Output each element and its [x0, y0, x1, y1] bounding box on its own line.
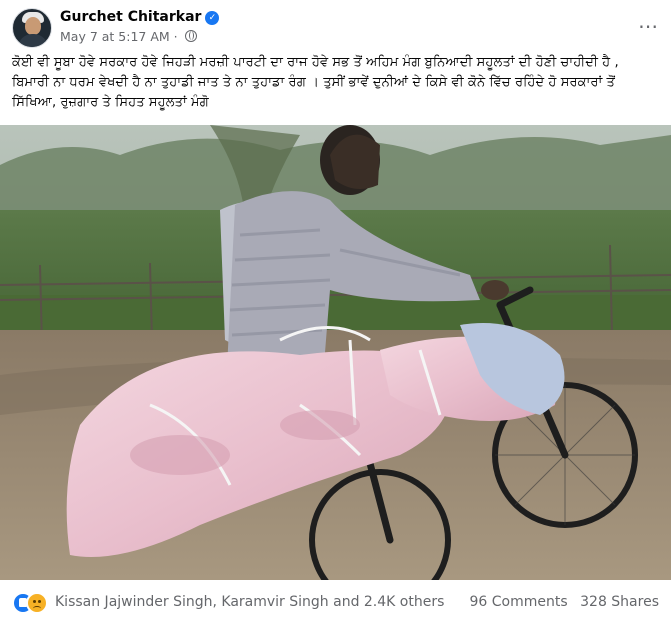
shares-count[interactable]: 328 Shares — [580, 594, 659, 610]
post-footer: Kissan Jajwinder Singh, Karamvir Singh a… — [0, 580, 671, 618]
globe-icon — [184, 30, 197, 42]
post-timestamp[interactable]: May 7 at 5:17 AM — [60, 29, 170, 44]
author-name[interactable]: Gurchet Chitarkar — [60, 9, 201, 25]
engagement-counts: 96 Comments 328 Shares — [462, 594, 659, 610]
verified-badge-icon: ✓ — [205, 11, 220, 25]
meta-separator: · — [173, 29, 178, 44]
reaction-names[interactable]: Kissan Jajwinder Singh, Karamvir Singh a… — [55, 594, 444, 610]
post-header: Gurchet Chitarkar ✓ May 7 at 5:17 AM · ⋯ — [12, 6, 659, 48]
post-caption: ਕੋਈ ਵੀ ਸੂਬਾ ਹੋਵੇ ਸਰਕਾਰ ਹੋਵੇ ਜਿਹੜੀ ਮਰਜ਼ੀ … — [12, 55, 619, 110]
author-name-line: Gurchet Chitarkar ✓ — [60, 9, 220, 25]
post-meta: May 7 at 5:17 AM · — [60, 29, 197, 44]
sad-reaction-icon — [26, 592, 48, 614]
author-avatar[interactable] — [12, 8, 52, 48]
comments-count[interactable]: 96 Comments — [470, 594, 568, 610]
post-photo[interactable] — [0, 125, 671, 580]
more-options-icon[interactable]: ⋯ — [638, 14, 659, 38]
